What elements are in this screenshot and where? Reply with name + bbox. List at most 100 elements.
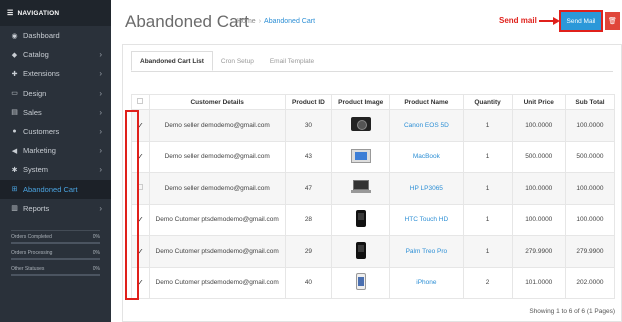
customer-details-cell: Demo seller demodemo@gmail.com (148, 140, 286, 173)
column-header: Quantity (462, 94, 513, 110)
nav-header-label: NAVIGATION (17, 9, 60, 17)
breadcrumb-home[interactable]: Home (237, 18, 256, 25)
sidebar-item-label: Catalog (23, 50, 49, 60)
unit-price-cell: 101.0000 (511, 266, 566, 299)
order-stat-value: 0% (92, 233, 100, 240)
customer-details-cell: Demo seller demodemo@gmail.com (148, 109, 286, 142)
table-row: Demo seller demodemo@gmail.com 47 HP LP306… (131, 172, 616, 205)
chevron-right-icon: › (99, 203, 102, 213)
abandoned-cart-table: Customer Details Product ID Product Image P… (131, 94, 616, 299)
sidebar-item-label: Abandoned Cart (23, 184, 78, 194)
sub-total-cell: 100.0000 (564, 203, 616, 236)
sidebar-item-extensions[interactable]: ✚ Extensions › (0, 64, 111, 83)
chevron-right-icon: › (99, 146, 102, 156)
sidebar-item-abandoned-cart[interactable]: ⊞ Abandoned Cart (0, 179, 111, 199)
product-name-link[interactable]: Canon EOS 5D (404, 122, 449, 129)
unit-price-cell: 100.0000 (511, 172, 566, 205)
product-name-link[interactable]: iPhone (416, 279, 436, 286)
product-image-cell (331, 172, 391, 205)
delete-button[interactable]: 🗑 (605, 12, 620, 30)
product-name-link[interactable]: Palm Treo Pro (406, 248, 448, 255)
order-stat-label: Other Statuses (11, 265, 45, 272)
sidebar-item-label: Dashboard (23, 31, 60, 41)
send-mail-button[interactable]: Send Mail (561, 12, 601, 30)
tag-icon: ◆ (11, 51, 18, 59)
column-header: Sub Total (564, 94, 616, 110)
laptop-base (350, 190, 371, 194)
product-name-cell: Palm Treo Pro (389, 235, 464, 268)
product-image-cell (331, 203, 391, 236)
quantity-cell: 1 (462, 235, 513, 268)
tab-abandoned-cart-list[interactable]: Abandoned Cart List (131, 51, 213, 71)
customer-details-cell: Demo seller demodemo@gmail.com (148, 172, 286, 205)
dashboard-icon: ◉ (11, 32, 18, 40)
phone-image[interactable] (355, 241, 366, 259)
chevron-right-icon: › (99, 88, 102, 98)
progress-bar (11, 257, 100, 260)
sidebar-item-reports[interactable]: ▥ Reports › (0, 199, 111, 218)
product-name-link[interactable]: HTC Touch HD (405, 216, 449, 223)
nav-list: ◉ Dashboard ◆ Catalog › ✚ Extensions › ▭ Design › ▤… (0, 26, 111, 218)
sidebar-item-customers[interactable]: ● Customers › (0, 122, 111, 141)
pagination-summary: Showing 1 to 6 of 6 (1 Pages) (529, 308, 615, 315)
sidebar-item-system[interactable]: ✱ System › (0, 160, 111, 179)
sidebar-item-marketing[interactable]: ◀ Marketing › (0, 141, 111, 160)
order-stat-value: 0% (92, 249, 100, 256)
sidebar: ☰ NAVIGATION ◉ Dashboard ◆ Catalog › ✚ Extensi… (0, 0, 111, 322)
order-stat-label: Orders Completed (11, 233, 52, 240)
sidebar-item-dashboard[interactable]: ◉ Dashboard (0, 26, 111, 45)
tab-cron-setup[interactable]: Cron Setup (213, 51, 262, 71)
sub-total-cell: 279.9900 (564, 235, 616, 268)
select-all-header[interactable] (131, 94, 150, 110)
sidebar-item-label: Design (23, 88, 47, 98)
phone-image[interactable] (355, 210, 366, 228)
breadcrumb-current[interactable]: Abandoned Cart (264, 18, 315, 25)
product-name-cell: HP LP3065 (389, 172, 464, 205)
product-id-cell: 28 (284, 203, 333, 236)
menu-icon[interactable]: ☰ (7, 9, 13, 17)
chevron-right-icon: › (99, 107, 102, 117)
sidebar-item-label: Sales (23, 107, 42, 117)
product-name-cell: MacBook (389, 140, 464, 173)
order-stat-label: Orders Processing (11, 249, 53, 256)
send-mail-highlight: Send Mail (559, 10, 603, 32)
share-icon: ◀ (11, 147, 18, 155)
sub-total-cell: 100.0000 (564, 172, 616, 205)
order-stat: Orders Completed 0% (11, 231, 100, 247)
column-header: Product ID (284, 94, 333, 110)
customer-details-cell: Demo Cutomer ptsdemodemo@gmail.com (148, 235, 286, 268)
quantity-cell: 1 (462, 109, 513, 142)
bar-chart-icon: ▥ (11, 205, 18, 213)
product-name-cell: iPhone (389, 266, 464, 299)
product-name-link[interactable]: HP LP3065 (410, 185, 443, 192)
sidebar-item-design[interactable]: ▭ Design › (0, 84, 111, 103)
product-image-cell (331, 235, 391, 268)
user-icon: ● (12, 128, 17, 136)
sub-total-cell: 202.0000 (564, 266, 616, 299)
iphone-image[interactable] (355, 273, 366, 291)
product-id-cell: 43 (284, 140, 333, 173)
cart-icon: ▤ (11, 109, 18, 117)
progress-bar (11, 241, 100, 244)
column-header: Unit Price (511, 94, 566, 110)
customer-details-cell: Demo Cutomer ptsdemodemo@gmail.com (148, 266, 286, 299)
chevron-right-icon: › (99, 165, 102, 175)
column-header: Product Name (389, 94, 464, 110)
app-root: ☰ NAVIGATION ◉ Dashboard ◆ Catalog › ✚ Extensi… (0, 0, 622, 322)
order-stat-row: Other Statuses 0% (11, 266, 100, 272)
annotation-arrow-icon (539, 17, 560, 25)
select-all-checkbox[interactable] (137, 98, 144, 104)
camera-image[interactable] (350, 117, 371, 132)
tab-email-template[interactable]: Email Template (262, 51, 322, 71)
quantity-cell: 1 (462, 172, 513, 205)
sidebar-item-sales[interactable]: ▤ Sales › (0, 103, 111, 122)
table-body: ✓ Demo seller demodemo@gmail.com 30 Canon E… (131, 109, 616, 299)
sidebar-item-catalog[interactable]: ◆ Catalog › (0, 45, 111, 64)
product-image-cell (331, 140, 391, 173)
product-name-link[interactable]: MacBook (413, 153, 440, 160)
sub-total-cell: 500.0000 (564, 140, 616, 173)
laptop-image[interactable] (350, 180, 371, 194)
product-id-cell: 47 (284, 172, 333, 205)
tablet-image[interactable] (350, 148, 371, 163)
product-image-cell (331, 266, 391, 299)
